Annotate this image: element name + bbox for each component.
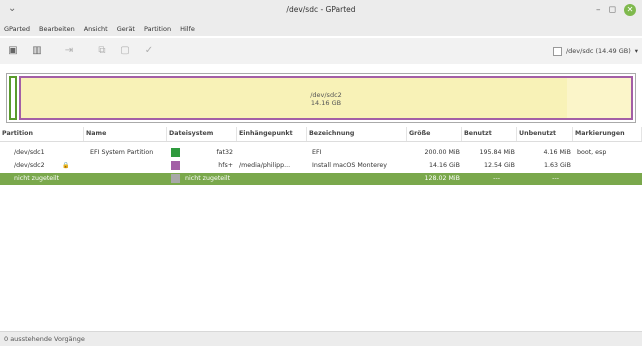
header-name[interactable]: Name [84, 127, 167, 141]
delete-icon[interactable]: ▥ [30, 44, 44, 58]
resize-move-icon[interactable]: ⇥ [62, 44, 76, 58]
filesystem-color-swatch [171, 161, 180, 170]
cell-label: EFI [312, 149, 322, 156]
cell-name [88, 173, 168, 185]
disk-map-partition-sdc1[interactable] [9, 76, 17, 120]
cell-unused: 4.16 MiB [543, 149, 571, 156]
table-row[interactable]: /dev/sdc2 🔒 hfs+ /media/philipp... Insta… [0, 160, 642, 172]
cell-used: --- [493, 175, 500, 182]
cell-filesystem: nicht zugeteilt [185, 175, 231, 182]
header-flags[interactable]: Markierungen [573, 127, 642, 141]
filesystem-color-swatch [171, 148, 180, 157]
cell-flags: boot, esp [577, 149, 607, 156]
cell-partition: /dev/sdc2 [14, 162, 45, 169]
toolbar: ▣ ▥ ⇥ ⧉ ▢ ✓ /dev/sdc (14.49 GB) ▾ [0, 38, 642, 64]
disk-icon [552, 46, 562, 56]
window-title: /dev/sdc - GParted [286, 5, 356, 14]
device-label: /dev/sdc (14.49 GB) [565, 47, 631, 55]
cell-size: 200.00 MiB [424, 149, 460, 156]
disk-map-partition-name: /dev/sdc2 [310, 91, 342, 99]
cell-partition: nicht zugeteilt [14, 175, 60, 182]
disk-map-label: /dev/sdc2 14.16 GB [21, 91, 631, 107]
paste-icon[interactable]: ▢ [118, 44, 132, 58]
new-partition-icon[interactable]: ▣ [6, 44, 20, 58]
table-row[interactable]: /dev/sdc1 EFI System Partition fat32 EFI… [0, 147, 642, 159]
menu-partition[interactable]: Partition [144, 25, 171, 33]
device-selector[interactable]: /dev/sdc (14.49 GB) ▾ [552, 43, 638, 59]
cell-flags [575, 160, 642, 172]
menu-ansicht[interactable]: Ansicht [84, 25, 108, 33]
header-filesystem[interactable]: Dateisystem [167, 127, 237, 141]
cell-filesystem: hfs+ [218, 162, 233, 169]
header-size[interactable]: Größe [407, 127, 462, 141]
table-header: Partition Name Dateisystem Einhängepunkt… [0, 127, 642, 142]
cell-flags [575, 173, 642, 185]
menu-geraet[interactable]: Gerät [117, 25, 135, 33]
header-partition[interactable]: Partition [0, 127, 84, 141]
table-row-selected[interactable]: nicht zugeteilt nicht zugeteilt 128.02 M… [0, 173, 642, 185]
cell-unused: --- [552, 175, 559, 182]
disk-map: /dev/sdc2 14.16 GB [6, 73, 636, 123]
cell-label [310, 173, 407, 185]
cell-used: 12.54 GiB [484, 162, 515, 169]
copy-icon[interactable]: ⧉ [95, 44, 109, 58]
pending-operations-text: 0 ausstehende Vorgänge [4, 335, 85, 343]
menu-hilfe[interactable]: Hilfe [180, 25, 195, 33]
apply-icon[interactable]: ✓ [142, 44, 156, 58]
cell-used: 195.84 MiB [479, 149, 515, 156]
cell-name [88, 160, 168, 172]
menu-bar: GParted Bearbeiten Ansicht Gerät Partiti… [0, 22, 642, 36]
chevron-down-icon: ▾ [634, 47, 638, 55]
cell-mountpoint [237, 173, 307, 185]
header-mountpoint[interactable]: Einhängepunkt [237, 127, 307, 141]
menu-bearbeiten[interactable]: Bearbeiten [39, 25, 75, 33]
cell-partition: /dev/sdc1 [14, 149, 45, 156]
filesystem-color-swatch [171, 174, 180, 183]
window-controls: – ◻ ✕ [596, 3, 636, 17]
status-bar: 0 ausstehende Vorgänge [0, 331, 642, 346]
menu-gparted[interactable]: GParted [4, 25, 30, 33]
cell-mountpoint [237, 147, 307, 159]
header-label[interactable]: Bezeichnung [307, 127, 407, 141]
cell-unused: 1.63 GiB [544, 162, 571, 169]
header-unused[interactable]: Unbenutzt [517, 127, 573, 141]
lock-icon: 🔒 [62, 162, 70, 169]
cell-size: 128.02 MiB [424, 175, 460, 182]
maximize-icon[interactable]: ◻ [609, 3, 616, 17]
minimize-icon[interactable]: – [596, 3, 601, 17]
header-used[interactable]: Benutzt [462, 127, 517, 141]
disk-map-partition-size: 14.16 GB [310, 99, 342, 107]
cell-label: Install macOS Monterey [312, 162, 388, 169]
cell-filesystem: fat32 [216, 149, 233, 156]
disk-map-partition-sdc2[interactable]: /dev/sdc2 14.16 GB [19, 76, 633, 120]
cell-size: 14.16 GiB [429, 162, 460, 169]
title-bar: ⌄ /dev/sdc - GParted – ◻ ✕ [0, 0, 642, 22]
cell-name: EFI System Partition [90, 149, 154, 156]
close-icon[interactable]: ✕ [624, 4, 636, 16]
partition-table: Partition Name Dateisystem Einhängepunkt… [0, 127, 642, 331]
cell-mountpoint: /media/philipp... [239, 162, 291, 169]
